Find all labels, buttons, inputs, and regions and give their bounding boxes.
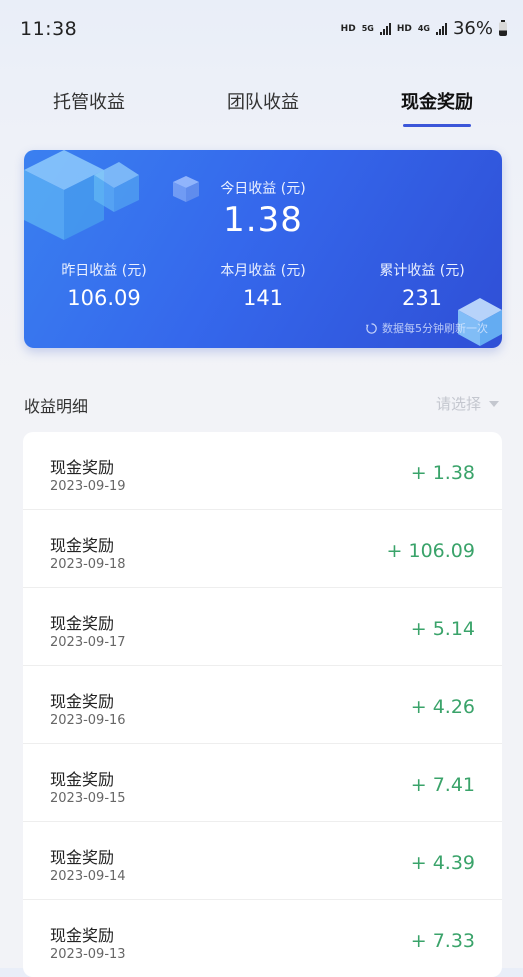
record-amount: + 4.26 [410,696,475,718]
record-date: 2023-09-17 [50,635,126,650]
record-amount: + 1.38 [410,462,475,484]
record-date: 2023-09-15 [50,791,126,806]
record-title: 现金奖励 [50,770,115,789]
record-amount: + 106.09 [386,540,475,562]
hd-label-2: HD [396,23,412,34]
month-income: 本月收益 (元) 141 [183,260,343,310]
list-item[interactable]: 现金奖励 2023-09-17 + 5.14 [23,588,502,666]
list-item[interactable]: 现金奖励 2023-09-14 + 4.39 [23,822,502,900]
month-income-value: 141 [242,286,284,310]
signal-icon [379,22,391,35]
caret-down-icon [489,400,499,407]
record-title: 现金奖励 [50,692,115,711]
list-item[interactable]: 现金奖励 2023-09-15 + 7.41 [23,744,502,822]
record-title: 现金奖励 [50,848,115,867]
tab-hosting-income[interactable]: 托管收益 [19,88,159,114]
status-bar: 11:38 HD 5G HD 4G 36% [0,0,523,60]
income-summary-card: 今日收益 (元) 1.38 昨日收益 (元) 106.09 本月收益 (元) 1… [24,150,502,348]
status-icons: HD 5G HD 4G 36% [341,18,507,39]
filter-select[interactable]: 请选择 [436,393,499,414]
total-income-value: 231 [401,286,443,310]
network-4g-label: 4G [417,23,430,33]
hd-label: HD [340,23,356,34]
total-income: 累计收益 (元) 231 [342,260,502,310]
yesterday-income-value: 106.09 [67,286,141,310]
record-date: 2023-09-13 [50,947,126,962]
yesterday-income-label: 昨日收益 (元) [61,263,147,279]
tab-team-income[interactable]: 团队收益 [193,88,333,114]
record-title: 现金奖励 [50,926,115,945]
yesterday-income: 昨日收益 (元) 106.09 [24,260,184,310]
battery-percent: 36% [452,18,493,39]
record-title: 现金奖励 [50,536,115,555]
record-date: 2023-09-16 [50,713,126,728]
today-income-value: 1.38 [223,200,303,240]
record-title: 现金奖励 [50,614,115,633]
list-item[interactable]: 现金奖励 2023-09-19 + 1.38 [23,432,502,510]
list-item[interactable]: 现金奖励 2023-09-16 + 4.26 [23,666,502,744]
refresh-note-text: 数据每5分钟刷新一次 [382,322,488,335]
today-income-label: 今日收益 (元) [220,181,306,197]
record-title: 现金奖励 [50,458,115,477]
status-time: 11:38 [20,18,78,40]
record-date: 2023-09-14 [50,869,126,884]
record-date: 2023-09-18 [50,557,126,572]
list-item[interactable]: 现金奖励 2023-09-18 + 106.09 [23,510,502,588]
signal-icon-2 [435,22,447,35]
filter-select-placeholder: 请选择 [435,395,481,413]
record-amount: + 7.41 [410,774,475,796]
tab-cash-reward[interactable]: 现金奖励 [367,88,507,114]
record-amount: + 5.14 [410,618,475,640]
battery-icon [499,19,507,36]
list-item[interactable]: 现金奖励 2023-09-13 + 7.33 [23,900,502,977]
total-income-label: 累计收益 (元) [379,263,465,279]
record-amount: + 4.39 [410,852,475,874]
tab-bar: 托管收益 团队收益 现金奖励 [0,88,523,128]
month-income-label: 本月收益 (元) [220,263,306,279]
income-detail-title: 收益明细 [24,397,89,416]
income-record-list: 现金奖励 2023-09-19 + 1.38 现金奖励 2023-09-18 +… [23,432,502,977]
refresh-note: 数据每5分钟刷新一次 [365,320,488,336]
record-date: 2023-09-19 [50,479,126,494]
refresh-icon [365,322,377,334]
record-amount: + 7.33 [410,930,475,952]
active-tab-indicator [403,124,471,127]
network-5g-label: 5G [361,23,374,33]
